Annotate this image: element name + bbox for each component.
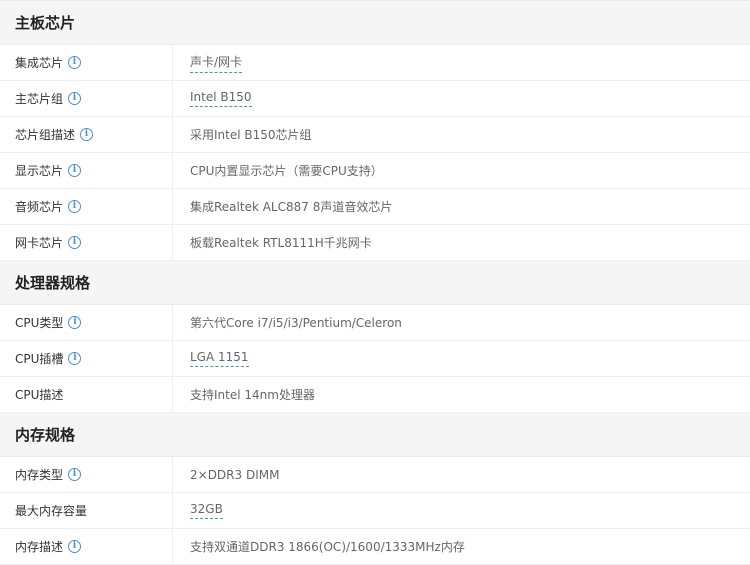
- spec-label: CPU类型: [15, 316, 64, 330]
- section-header-processor: 处理器规格: [0, 261, 750, 305]
- spec-value-link[interactable]: LGA 1151: [190, 350, 249, 367]
- spec-label: 显示芯片: [15, 164, 64, 178]
- spec-value: 第六代Core i7/i5/i3/Pentium/Celeron: [190, 316, 402, 330]
- spec-label: 最大内存容量: [15, 504, 88, 518]
- spec-label: 内存类型: [15, 468, 64, 482]
- spec-label: 芯片组描述: [15, 128, 76, 142]
- spec-label: 主芯片组: [15, 92, 64, 106]
- spec-value-link[interactable]: 32GB: [190, 502, 223, 519]
- spec-row: 显示芯片 i CPU内置显示芯片（需要CPU支持）: [0, 153, 750, 189]
- spec-row: 最大内存容量 32GB: [0, 493, 750, 529]
- info-icon[interactable]: i: [68, 316, 82, 329]
- info-icon[interactable]: i: [68, 56, 82, 69]
- spec-value: CPU内置显示芯片（需要CPU支持）: [190, 164, 383, 178]
- spec-row: 主芯片组 i Intel B150: [0, 81, 750, 117]
- section-header-chipset: 主板芯片: [0, 1, 750, 45]
- spec-label: 内存描述: [15, 540, 64, 554]
- spec-value-link[interactable]: 声卡/网卡: [190, 53, 243, 73]
- spec-value-link[interactable]: Intel B150: [190, 90, 252, 107]
- spec-table: 主板芯片 集成芯片 i 声卡/网卡 主芯片组 i Intel B150 芯片组描述 i…: [0, 0, 750, 565]
- info-icon[interactable]: i: [68, 468, 82, 481]
- spec-label: CPU插槽: [15, 352, 64, 366]
- info-icon[interactable]: i: [68, 352, 82, 365]
- spec-value: 2×DDR3 DIMM: [190, 467, 280, 482]
- spec-value: 采用Intel B150芯片组: [190, 128, 312, 142]
- spec-label: CPU描述: [15, 388, 64, 402]
- info-icon[interactable]: i: [68, 540, 82, 553]
- spec-label: 集成芯片: [15, 56, 64, 70]
- info-icon[interactable]: i: [68, 92, 82, 105]
- spec-label: 音频芯片: [15, 200, 64, 214]
- info-icon[interactable]: i: [68, 164, 82, 177]
- spec-row: 芯片组描述 i 采用Intel B150芯片组: [0, 117, 750, 153]
- spec-value: 支持Intel 14nm处理器: [190, 388, 315, 402]
- spec-value: 支持双通道DDR3 1866(OC)/1600/1333MHz内存: [190, 540, 465, 554]
- info-icon[interactable]: i: [68, 200, 82, 213]
- info-icon[interactable]: i: [68, 236, 82, 249]
- spec-row: CPU插槽 i LGA 1151: [0, 341, 750, 377]
- spec-row: 网卡芯片 i 板载Realtek RTL8111H千兆网卡: [0, 225, 750, 261]
- spec-row: 集成芯片 i 声卡/网卡: [0, 45, 750, 81]
- info-icon[interactable]: i: [80, 128, 94, 141]
- spec-label: 网卡芯片: [15, 236, 64, 250]
- spec-row: CPU类型 i 第六代Core i7/i5/i3/Pentium/Celeron: [0, 305, 750, 341]
- spec-value: 集成Realtek ALC887 8声道音效芯片: [190, 200, 393, 214]
- spec-row: CPU描述 支持Intel 14nm处理器: [0, 377, 750, 413]
- spec-row: 音频芯片 i 集成Realtek ALC887 8声道音效芯片: [0, 189, 750, 225]
- spec-row: 内存类型 i 2×DDR3 DIMM: [0, 457, 750, 493]
- spec-value: 板载Realtek RTL8111H千兆网卡: [190, 236, 372, 250]
- section-header-memory: 内存规格: [0, 413, 750, 457]
